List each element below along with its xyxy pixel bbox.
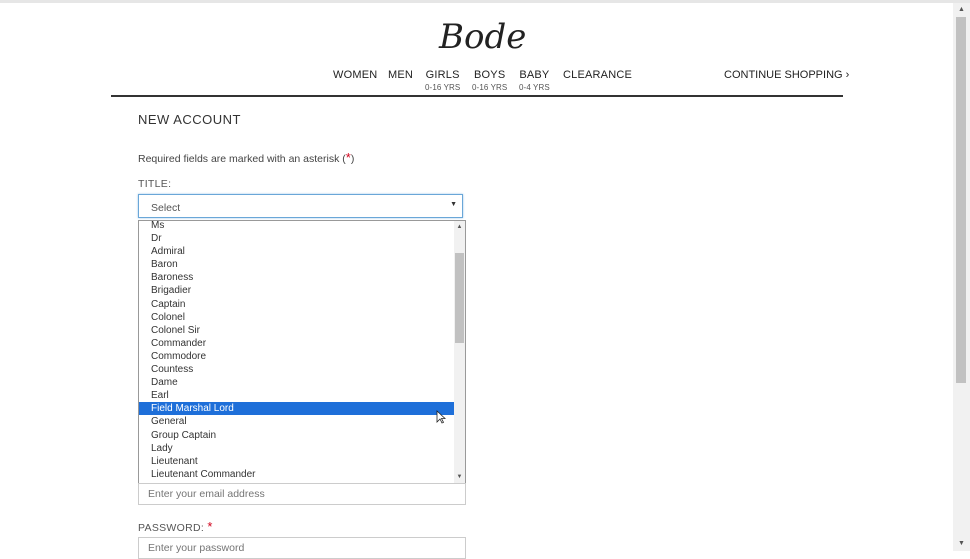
dropdown-option[interactable]: Baroness [139,271,454,284]
nav-men-label: MEN [388,69,414,81]
nav-girls-label: GIRLS [425,69,460,81]
nav-baby-label: BABY [519,69,550,81]
dropdown-scrollbar[interactable]: ▲ ▼ [454,221,465,483]
password-label-row: PASSWORD: * [138,519,213,534]
dropdown-option[interactable]: Colonel [139,311,454,324]
dropdown-option[interactable]: Admiral [139,245,454,258]
dropdown-option[interactable]: Group Captain [139,429,454,442]
password-required-asterisk: * [207,519,213,534]
dropdown-options: Ms Dr Admiral Baron Baroness Brigadier Captain… [139,221,454,481]
title-select-value: Select [151,202,181,214]
dropdown-option[interactable]: Baron [139,258,454,271]
nav-clearance[interactable]: CLEARANCE [563,69,632,81]
dropdown-arrow-icon: ▼ [450,201,457,208]
nav-girls-age: 0-16 YRS [425,83,461,92]
scroll-down-arrow-icon[interactable]: ▼ [454,471,465,483]
page-scroll-up-icon[interactable]: ▲ [953,3,970,17]
email-field[interactable] [138,483,466,505]
title-label: TITLE: [138,178,172,190]
dropdown-option[interactable]: Colonel Sir [139,324,454,337]
dropdown-option[interactable]: Earl [139,389,454,402]
dropdown-scroll-thumb[interactable] [455,253,464,343]
required-note-prefix: Required fields are marked with an aster… [138,153,346,165]
page-title: NEW ACCOUNT [138,112,241,127]
nav-clearance-label: CLEARANCE [563,69,633,81]
nav-boys[interactable]: BOYS 0-16 YRS [472,69,507,92]
nav-boys-label: BOYS [473,69,506,81]
dropdown-option[interactable]: Lieutenant Commander [139,468,454,481]
dropdown-option[interactable]: Lady [139,442,454,455]
dropdown-option[interactable]: Commander [139,337,454,350]
page-scroll-down-icon[interactable]: ▼ [953,537,970,551]
required-fields-note: Required fields are marked with an aster… [138,150,354,165]
nav-boys-age: 0-16 YRS [472,83,508,92]
nav-women[interactable]: WOMEN [333,69,377,81]
dropdown-option[interactable]: Dame [139,376,454,389]
nav-men[interactable]: MEN [388,69,413,81]
scroll-up-arrow-icon[interactable]: ▲ [454,221,465,233]
password-field[interactable] [138,537,466,559]
page-scrollbar[interactable]: ▲ ▼ [953,3,970,551]
boden-logo[interactable]: Boden [435,12,525,57]
nav-girls[interactable]: GIRLS 0-16 YRS [425,69,460,92]
title-dropdown-list[interactable]: Ms Dr Admiral Baron Baroness Brigadier Captain… [138,220,466,484]
dropdown-option[interactable]: Captain [139,298,454,311]
page-scroll-thumb[interactable] [956,17,966,383]
window-top-border [0,0,970,3]
dropdown-option[interactable]: Lieutenant [139,455,454,468]
nav-baby-age: 0-4 YRS [519,83,550,92]
required-note-suffix: ) [350,153,355,165]
nav-baby[interactable]: BABY 0-4 YRS [519,69,550,92]
password-label: PASSWORD: [138,522,205,534]
dropdown-option[interactable]: General [139,415,454,428]
header-divider [111,95,843,97]
dropdown-option[interactable]: Field Marshal Lord [139,402,454,416]
dropdown-option[interactable]: Dr [139,232,454,245]
nav-women-label: WOMEN [333,69,378,81]
title-select[interactable]: Select ▼ [138,194,463,218]
dropdown-option[interactable]: Commodore [139,350,454,363]
dropdown-option[interactable]: Countess [139,363,454,376]
dropdown-option[interactable]: Brigadier [139,284,454,297]
dropdown-option[interactable]: Ms [139,221,454,232]
mouse-cursor-icon [436,410,446,424]
svg-text:Boden: Boden [438,17,525,57]
continue-shopping-link[interactable]: CONTINUE SHOPPING › [724,69,849,81]
